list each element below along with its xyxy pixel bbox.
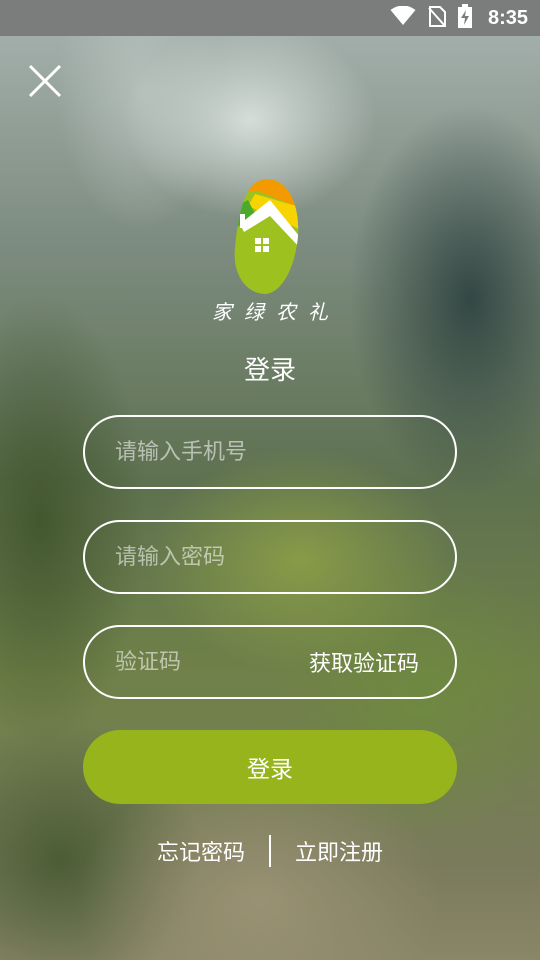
status-bar: 8:35 bbox=[0, 0, 540, 36]
close-button[interactable] bbox=[25, 61, 65, 101]
brand-name: 家绿农礼 bbox=[212, 300, 340, 324]
register-link[interactable]: 立即注册 bbox=[295, 835, 383, 867]
no-sim-icon bbox=[428, 5, 446, 31]
close-icon bbox=[28, 64, 62, 98]
auth-links: 忘记密码 立即注册 bbox=[0, 834, 540, 868]
get-code-button[interactable]: 获取验证码 bbox=[309, 646, 419, 678]
verification-code-input[interactable] bbox=[115, 649, 309, 675]
forgot-password-link[interactable]: 忘记密码 bbox=[157, 835, 245, 867]
password-input[interactable] bbox=[115, 544, 425, 570]
battery-charging-icon bbox=[457, 4, 472, 32]
page-title: 登录 bbox=[243, 356, 296, 386]
phone-field[interactable] bbox=[83, 415, 457, 489]
status-time: 8:35 bbox=[487, 6, 528, 29]
link-divider bbox=[269, 835, 271, 867]
login-button[interactable]: 登录 bbox=[83, 730, 457, 804]
phone-input[interactable] bbox=[115, 439, 425, 465]
verification-code-field[interactable]: 获取验证码 bbox=[83, 625, 457, 699]
password-field[interactable] bbox=[83, 520, 457, 594]
wifi-icon bbox=[390, 5, 416, 30]
